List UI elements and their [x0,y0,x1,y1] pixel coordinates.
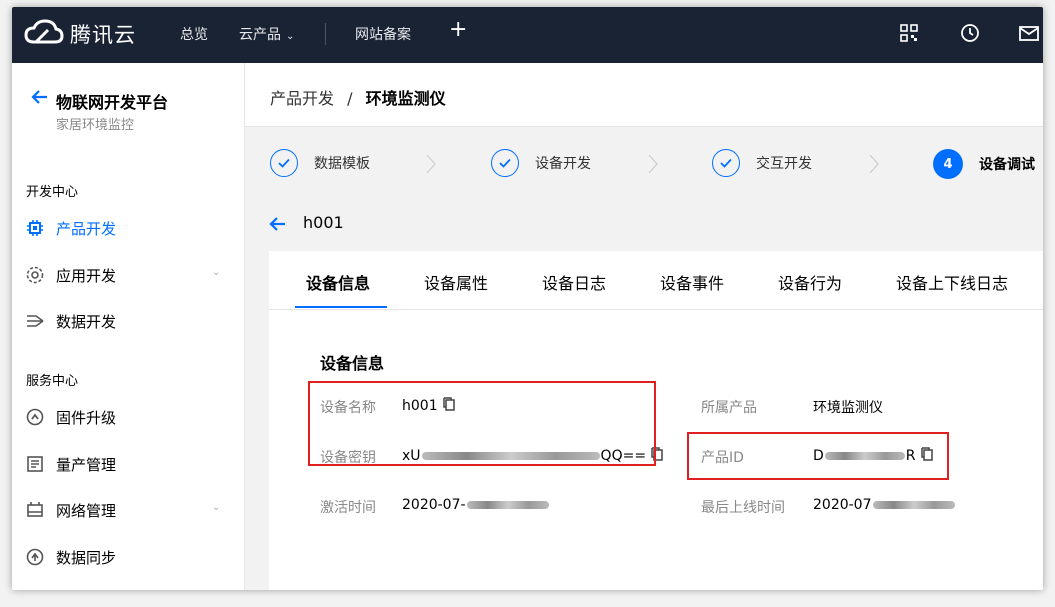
chevron-right-icon [869,154,879,174]
check-icon [270,149,298,177]
nav-beian[interactable]: 网站备案 [355,24,411,44]
last-online-prefix: 2020-07 [813,497,872,513]
chevron-down-icon: ⌄ [286,31,295,42]
check-icon [712,149,740,177]
sidebar-item-product-dev[interactable]: 产品开发 [12,213,244,243]
list-doc-icon [25,454,45,474]
sidebar-item-label: 产品开发 [56,219,117,238]
sidebar-item-label: 数据同步 [56,548,117,567]
breadcrumb-current: 环境监测仪 [365,89,446,108]
data-flow-icon [25,311,45,331]
nav-products[interactable]: 云产品 ⌄ [239,24,294,44]
sidebar-item-firmware[interactable]: 固件升级 [12,402,244,432]
chevron-down-icon: ⌄ [212,502,221,513]
tab-device-props[interactable]: 设备属性 [424,270,488,294]
step-label: 设备开发 [535,156,591,172]
brand-logo[interactable]: 腾讯云 [24,19,136,49]
activated-prefix: 2020-07- [402,497,466,513]
device-card: 设备信息 设备属性 设备日志 设备事件 设备行为 设备上下线日志 设备信息 设备… [269,251,1043,590]
nav-products-label: 云产品 [239,27,281,43]
redacted-text [466,501,549,509]
tab-device-info[interactable]: 设备信息 [306,270,370,294]
tab-device-events[interactable]: 设备事件 [660,270,724,294]
breadcrumb: 产品开发 / 环境监测仪 [270,85,446,109]
clock-icon[interactable] [960,23,980,47]
breadcrumb-separator: / [347,89,353,108]
qrcode-icon[interactable] [899,23,919,47]
brand-name: 腾讯云 [70,23,136,47]
section-heading: 设备信息 [320,354,385,373]
tab-indicator [295,306,387,308]
redacted-text [872,501,955,509]
section-service-center: 服务中心 [26,374,79,389]
sidebar-item-label: 固件升级 [56,408,117,427]
tab-bar: 设备信息 设备属性 设备日志 设备事件 设备行为 设备上下线日志 [269,251,1043,310]
sidebar-item-label: 网络管理 [56,501,117,520]
tab-device-logs[interactable]: 设备日志 [542,270,606,294]
product-label: 所属产品 [701,400,757,416]
step-label: 数据模板 [314,156,370,172]
breadcrumb-bar: 产品开发 / 环境监测仪 [245,63,1043,127]
highlight-box [687,432,949,480]
breadcrumb-parent[interactable]: 产品开发 [270,89,334,108]
device-title: h001 [303,213,344,232]
tab-device-actions[interactable]: 设备行为 [778,270,842,294]
app-dev-icon [25,265,45,285]
last-online-label: 最后上线时间 [701,500,785,516]
chip-icon [25,218,45,238]
step-label: 设备调试 [979,157,1035,173]
sync-icon [25,547,45,567]
cloud-logo-icon [24,19,64,49]
back-arrow-icon[interactable] [268,216,286,236]
plus-icon[interactable]: + [449,17,467,42]
sidebar-item-mass-prod[interactable]: 量产管理 [12,449,244,479]
sidebar-item-data-dev[interactable]: 数据开发 [12,306,244,336]
step-device-dev[interactable]: 设备开发 [491,149,591,177]
section-dev-center: 开发中心 [26,185,79,200]
platform-title: 物联网开发平台 [56,93,169,112]
activated-label: 激活时间 [320,500,376,516]
progress-steps: 数据模板 设备开发 交互开发 4 设备调试 [245,127,1043,187]
top-navbar: 腾讯云 总览 云产品 ⌄ 网站备案 + [12,7,1043,63]
step-number: 4 [933,149,963,179]
step-interaction-dev[interactable]: 交互开发 [712,149,812,177]
firmware-icon [25,407,45,427]
step-label: 交互开发 [756,156,812,172]
main-content: 产品开发 / 环境监测仪 数据模板 设备开发 交互开发 4 设备调试 h001 … [245,63,1043,590]
sidebar-item-network[interactable]: 网络管理 ⌄ [12,495,244,525]
sidebar-item-label: 量产管理 [56,455,117,474]
sidebar-item-app-dev[interactable]: 应用开发 ⌄ [12,260,244,290]
chevron-down-icon: ⌄ [212,267,221,278]
activated-value: 2020-07- [402,497,550,513]
step-data-template[interactable]: 数据模板 [270,149,370,177]
step-device-debug[interactable]: 4 设备调试 [933,149,1035,179]
sidebar-item-label: 数据开发 [56,312,117,331]
highlight-box [308,381,656,466]
sidebar: 物联网开发平台 家居环境监控 开发中心 产品开发 应用开发 ⌄ 数据开发 服务中… [12,63,245,590]
app-window: 腾讯云 总览 云产品 ⌄ 网站备案 + 物联网开发平台 家居环境监控 开发中心 产… [12,7,1043,590]
nav-overview[interactable]: 总览 [180,24,208,44]
last-online-value: 2020-07 [813,497,956,513]
sidebar-item-label: 应用开发 [56,266,117,285]
chevron-right-icon [426,154,436,174]
chevron-right-icon [648,154,658,174]
project-name: 家居环境监控 [56,118,135,133]
nav-divider [325,23,326,45]
check-icon [491,149,519,177]
sidebar-item-data-sync[interactable]: 数据同步 [12,542,244,572]
product-value: 环境监测仪 [813,400,883,416]
tab-online-logs[interactable]: 设备上下线日志 [896,270,1008,294]
back-arrow-icon[interactable] [30,89,48,109]
mail-icon[interactable] [1018,23,1040,47]
network-icon [25,500,45,520]
